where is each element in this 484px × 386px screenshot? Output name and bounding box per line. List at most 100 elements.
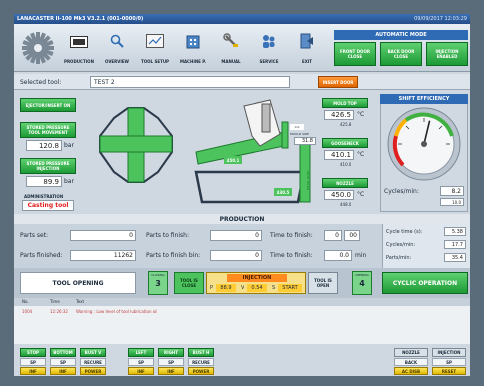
pressure-tool-value: 120.8 xyxy=(26,140,62,151)
cycles-min-sub: 10.0 xyxy=(440,198,464,206)
right-button[interactable]: RIGHT xyxy=(158,348,184,357)
tool-opening-button[interactable]: TOOL OPENING xyxy=(20,272,136,294)
diagram-label-right: 430.5 xyxy=(274,188,292,196)
toolbar-button-overview[interactable]: OVERVIEW xyxy=(100,30,134,66)
injection-p-value: 88.9 xyxy=(216,284,236,292)
alarm-row-text: Warning : Low level of tool lubrication … xyxy=(76,309,158,314)
toolbar-button-manual[interactable]: MANUAL xyxy=(214,30,248,66)
injection-enabled-button[interactable]: INJECTION ENABLED xyxy=(426,42,468,66)
alarm-header-no: No. xyxy=(22,299,29,304)
bottom-sub[interactable]: SP xyxy=(50,358,76,366)
stop-sub2[interactable]: INF xyxy=(20,367,46,375)
nozzle-label[interactable]: NOZZLE xyxy=(322,178,368,188)
toolbar-button-label: TOOL SETUP xyxy=(141,59,169,64)
stored-pressure-tool-button[interactable]: STORED PRESSURE TOOL MOVEMENT xyxy=(20,122,76,138)
toolbar-button-service[interactable]: SERVICE xyxy=(252,30,286,66)
left-button[interactable]: LEFT xyxy=(128,348,154,357)
time-to-finish-minutes: 00 xyxy=(344,230,360,241)
stop-button[interactable]: STOP xyxy=(20,348,46,357)
nozzle-ac-disb-button[interactable]: AC DISB xyxy=(394,367,428,375)
ejector-insert-button[interactable]: EJECTOR/INSERT ON xyxy=(20,98,76,112)
cycles-min-label: Cycles/min: xyxy=(384,188,419,195)
bottom-button[interactable]: BOTTOM xyxy=(50,348,76,357)
gear-icon xyxy=(22,32,54,64)
left-sub[interactable]: SP xyxy=(128,358,154,366)
front-door-close-button[interactable]: FRONT DOOR CLOSE xyxy=(334,42,376,66)
toolbar-button-production[interactable]: PRODUCTION xyxy=(62,30,96,66)
gooseneck-label[interactable]: GOOSENECK xyxy=(322,138,368,148)
stop-sub[interactable]: SP xyxy=(20,358,46,366)
injection-button[interactable]: INJECTION xyxy=(432,348,466,357)
tool-is-close-button[interactable]: TOOL IS CLOSE xyxy=(174,272,204,294)
parts-per-min-value: 35.4 xyxy=(444,253,466,262)
right-sub[interactable]: SP xyxy=(158,358,184,366)
toolbar-button-tool-setup[interactable]: TOOL SETUP xyxy=(138,30,172,66)
parts-to-finish-label: Parts to finish: xyxy=(146,232,190,239)
gooseneck-value: 410.1 xyxy=(324,150,354,160)
nozzle-back-button[interactable]: BACK xyxy=(394,358,428,366)
pressure-tool-unit: bar xyxy=(64,142,74,149)
injection-p-label: P xyxy=(210,285,214,291)
injection-title: INJECTION xyxy=(227,274,287,282)
time-to-finish-hours: 0 xyxy=(324,230,342,241)
diagram-label-small: 0.0 xyxy=(290,124,304,130)
pressure-injection-value: 89.9 xyxy=(26,176,62,187)
step-opening: OPENING 4 xyxy=(352,271,372,295)
injection-panel: INJECTION P 88.9 V 0.54 S START xyxy=(206,272,306,294)
left-sub2[interactable]: INF xyxy=(128,367,154,375)
time-to-finish-label: Time to finish: xyxy=(270,232,313,239)
bottom-sub2[interactable]: INF xyxy=(50,367,76,375)
toolbar-button-label: SERVICE xyxy=(259,59,279,64)
title-bar: LANACASTER II-100 Mk3 V3.2.1 (001-0000/0… xyxy=(14,14,470,24)
window-title: LANACASTER II-100 Mk3 V3.2.1 (001-0000/0… xyxy=(17,16,144,22)
alarm-row-no: 1004 xyxy=(22,309,33,314)
insert-door-button[interactable]: INSERT DOOR xyxy=(318,76,358,88)
time-to-finish-2-label: Time to finish: xyxy=(270,252,313,259)
building-icon xyxy=(186,35,200,49)
parts-set-value: 0 xyxy=(70,230,136,241)
stored-pressure-injection-button[interactable]: STORED PRESSURE INJECTION xyxy=(20,158,76,174)
nozzle-unit: °C xyxy=(357,191,365,198)
injection-s-label: S xyxy=(272,285,276,291)
bust-h-sub2[interactable]: POWER xyxy=(188,367,214,375)
efficiency-gauge xyxy=(387,107,461,181)
time-to-finish-2-value: 0.0 xyxy=(324,250,352,261)
toolbar-button-label: MACHINE P. xyxy=(179,59,207,64)
toolbar-button-label: EXIT xyxy=(301,59,313,64)
bust-v-button[interactable]: BUST V xyxy=(80,348,106,357)
back-door-close-button[interactable]: BACK DOOR CLOSE xyxy=(380,42,422,66)
toolbar-button-label: PRODUCTION xyxy=(64,59,94,64)
injection-sp-button[interactable]: SP xyxy=(432,358,466,366)
alarm-header-text: Text xyxy=(76,299,85,304)
parts-to-finish-bin-label: Parts to finish bin: xyxy=(146,252,201,259)
bust-h-button[interactable]: BUST H xyxy=(188,348,214,357)
cyclic-operation-button[interactable]: CYCLIC OPERATION xyxy=(382,272,468,294)
parts-finished-value: 11262 xyxy=(70,250,136,261)
time-to-finish-2-unit: min xyxy=(355,252,367,259)
selected-tool-label: Selected tool: xyxy=(20,79,62,86)
nozzle-button[interactable]: NOZZLE xyxy=(394,348,428,357)
cycle-time-value: 5.38 xyxy=(444,227,466,236)
step-closing: CLOSING 3 xyxy=(148,271,168,295)
toolbar-button-exit[interactable]: EXIT xyxy=(290,30,324,66)
tool-is-open-button[interactable]: TOOL IS OPEN xyxy=(308,272,338,294)
injection-v-value: 0.54 xyxy=(247,284,267,292)
bust-v-sub2[interactable]: POWER xyxy=(80,367,106,375)
production-icon xyxy=(70,36,88,48)
toolbar-button-label: MANUAL xyxy=(221,59,241,64)
bust-v-sub[interactable]: RECURE xyxy=(80,358,106,366)
toolbar-button-machine[interactable]: MACHINE P. xyxy=(176,30,210,66)
right-sub2[interactable]: INF xyxy=(158,367,184,375)
parts-finished-label: Parts finished: xyxy=(20,252,63,259)
gear-logo-icon xyxy=(18,28,58,68)
bust-h-sub[interactable]: RECURE xyxy=(188,358,214,366)
service-icon xyxy=(263,35,275,48)
step-closing-number: 3 xyxy=(155,279,161,288)
alarm-row[interactable]: 1004 12:26:32 Warning : Low level of too… xyxy=(14,308,470,315)
injection-v-label: V xyxy=(241,285,245,291)
mould-top-unit: °C xyxy=(357,111,365,118)
cycles-min-value: 8.2 xyxy=(440,186,464,196)
nozzle-value: 450.0 xyxy=(324,190,354,200)
mould-top-label[interactable]: MOLD TOP xyxy=(322,98,368,108)
injection-reset-button[interactable]: RESET xyxy=(432,367,466,375)
